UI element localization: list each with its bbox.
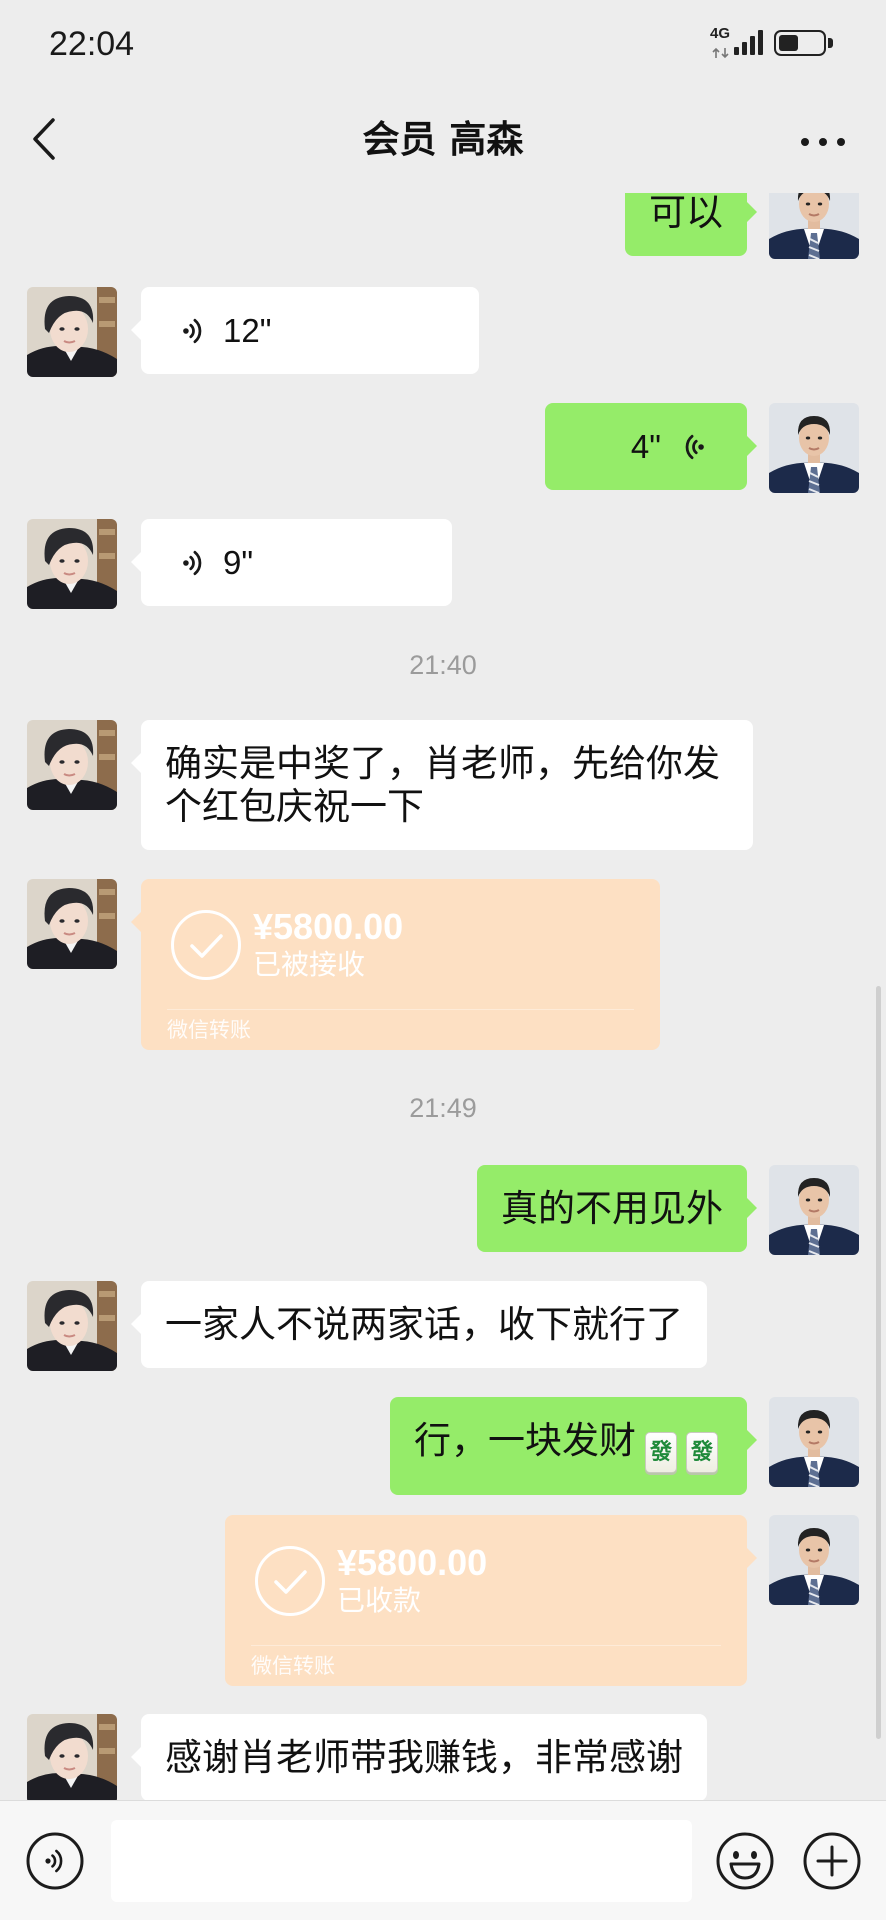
avatar-self[interactable]	[769, 403, 859, 493]
voice-icon	[181, 548, 208, 578]
battery-outline	[774, 30, 826, 56]
page-title: 会员 高森	[362, 118, 524, 161]
mahjong-emoji: 發	[686, 1432, 718, 1473]
transfer-amount: ¥5800.00	[253, 906, 404, 947]
transfer-card[interactable]: ¥5800.00 已收款 微信转账	[225, 1515, 757, 1686]
transfer-amount: ¥5800.00	[337, 1542, 488, 1583]
message-row: 12"	[0, 287, 886, 288]
message-text: 真的不用见外	[501, 1187, 723, 1230]
voice-duration: 9"	[223, 543, 254, 581]
message-list[interactable]: 可以 12" 4" 9" 21:40 确实是中奖了，肖老师，先给你发个红包庆祝一…	[0, 193, 886, 1800]
message-text: 可以	[649, 193, 723, 234]
mahjong-emoji: 發	[645, 1432, 677, 1473]
message-bubble[interactable]: 可以	[625, 193, 757, 256]
voice-icon	[181, 316, 208, 346]
message-row: 感谢肖老师带我赚钱，非常感谢	[0, 1714, 886, 1800]
message-row: ¥5800.00 已收款 微信转账	[0, 1515, 886, 1686]
avatar-contact[interactable]	[27, 287, 117, 377]
avatar-contact[interactable]	[27, 1281, 117, 1371]
message-row: 一家人不说两家话，收下就行了	[0, 1281, 886, 1282]
check-circle-icon	[255, 1546, 325, 1616]
timestamp: 21:40	[409, 650, 477, 680]
emoji-icon[interactable]	[715, 1831, 775, 1891]
battery-icon	[774, 30, 836, 58]
voice-icon	[679, 432, 706, 462]
voice-message-bubble[interactable]: 12"	[131, 287, 479, 374]
message-row: 9"	[0, 519, 886, 520]
message-row: 4"	[0, 403, 886, 404]
transfer-card[interactable]: ¥5800.00 已被接收 微信转账	[131, 879, 660, 1050]
data-activity-icon	[712, 44, 730, 59]
status-time: 22:04	[49, 25, 135, 63]
message-input[interactable]	[111, 1820, 692, 1902]
transfer-status: 已收款	[337, 1584, 422, 1617]
avatar-contact[interactable]	[27, 1714, 117, 1800]
voice-duration: 12"	[223, 311, 272, 349]
signal-bars-icon	[734, 30, 764, 56]
message-row: 真的不用见外	[0, 1165, 886, 1166]
more-dots-icon[interactable]	[800, 133, 846, 146]
avatar-self[interactable]	[769, 1515, 859, 1605]
message-text: 确实是中奖了，肖老师，先给你发个红包庆祝一下	[165, 742, 720, 828]
input-bar	[0, 1800, 886, 1920]
status-bar: 22:04 4G	[0, 0, 886, 86]
chevron-left-icon[interactable]	[31, 117, 57, 161]
voice-duration: 4"	[630, 427, 661, 465]
scrollbar[interactable]	[876, 986, 881, 1739]
message-bubble[interactable]: 一家人不说两家话，收下就行了	[131, 1281, 707, 1368]
card-divider	[251, 1645, 721, 1646]
message-bubble[interactable]: 真的不用见外	[477, 1165, 757, 1252]
message-text: 感谢肖老师带我赚钱，非常感谢	[165, 1736, 683, 1779]
message-row: 确实是中奖了，肖老师，先给你发个红包庆祝一下	[0, 720, 886, 850]
transfer-label: 微信转账	[251, 1654, 335, 1678]
plus-icon[interactable]	[802, 1831, 862, 1891]
message-bubble[interactable]: 行，一块发财發發	[390, 1397, 757, 1495]
avatar-contact[interactable]	[27, 720, 117, 810]
voice-message-bubble[interactable]: 9"	[131, 519, 452, 606]
message-text: 一家人不说两家话，收下就行了	[165, 1303, 683, 1346]
message-row: 行，一块发财發發	[0, 1397, 886, 1495]
network-type-label: 4G	[710, 25, 731, 42]
message-bubble[interactable]: 确实是中奖了，肖老师，先给你发个红包庆祝一下	[131, 720, 753, 850]
avatar-self[interactable]	[769, 193, 859, 259]
battery-nub	[828, 38, 833, 48]
check-circle-icon	[171, 910, 241, 980]
message-row: ¥5800.00 已被接收 微信转账	[0, 879, 886, 1050]
battery-fill	[779, 35, 798, 51]
chat-header: 会员 高森	[0, 86, 886, 193]
transfer-label: 微信转账	[167, 1018, 251, 1042]
avatar-self[interactable]	[769, 1397, 859, 1487]
voice-mode-icon[interactable]	[25, 1831, 85, 1891]
voice-message-bubble[interactable]: 4"	[545, 403, 757, 490]
chat-screen: 22:04 4G 会员 高森 可以 12" 4" 9" 21:40 确实是中奖了…	[0, 0, 886, 1920]
transfer-status: 已被接收	[253, 948, 366, 981]
message-bubble[interactable]: 感谢肖老师带我赚钱，非常感谢	[131, 1714, 707, 1800]
avatar-contact[interactable]	[27, 519, 117, 609]
message-text: 行，一块发财	[414, 1419, 636, 1462]
card-divider	[167, 1009, 634, 1010]
avatar-self[interactable]	[769, 1165, 859, 1255]
avatar-contact[interactable]	[27, 879, 117, 969]
timestamp: 21:49	[409, 1093, 477, 1123]
